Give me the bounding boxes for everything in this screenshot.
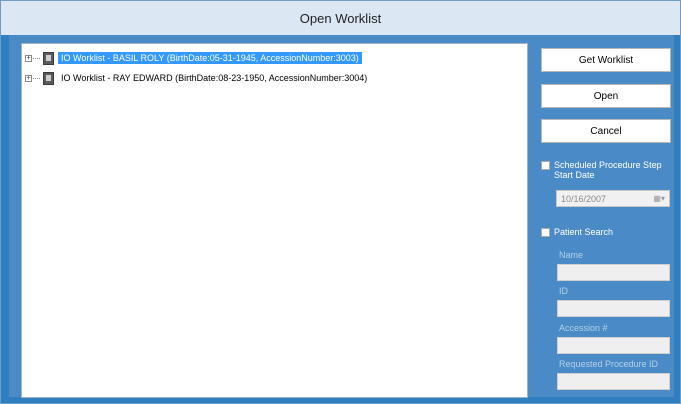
plus-expander-icon[interactable]: + — [25, 54, 32, 62]
id-label: ID — [559, 286, 568, 296]
plus-expander-icon[interactable]: + — [25, 74, 32, 82]
patient-search-option[interactable]: Patient Search — [541, 227, 613, 237]
open-button[interactable]: Open — [541, 84, 671, 108]
tree-connector — [33, 57, 40, 59]
patient-search-checkbox[interactable] — [541, 228, 550, 237]
window-title: Open Worklist — [299, 10, 382, 26]
open-worklist-dialog: Open Worklist + IO Worklist - BASIL ROLY… — [0, 0, 681, 404]
patient-search-label: Patient Search — [554, 227, 614, 237]
tree-item[interactable]: + IO Worklist - RAY EDWARD (BirthDate:08… — [22, 70, 370, 86]
calendar-dropdown-icon[interactable]: ▦▾ — [651, 194, 665, 204]
tree-item[interactable]: + IO Worklist - BASIL ROLY (BirthDate:05… — [22, 50, 362, 66]
requested-procedure-label: Requested Procedure ID — [559, 359, 659, 369]
scheduled-date-picker[interactable]: 10/16/2007 ▦▾ — [556, 190, 670, 207]
tree-item-label[interactable]: IO Worklist - BASIL ROLY (BirthDate:05-3… — [58, 52, 362, 64]
tree-item-label[interactable]: IO Worklist - RAY EDWARD (BirthDate:08-2… — [58, 72, 370, 84]
title-bar[interactable]: Open Worklist — [1, 1, 680, 35]
accession-label: Accession # — [559, 323, 608, 333]
get-worklist-button[interactable]: Get Worklist — [541, 48, 671, 72]
dialog-body: + IO Worklist - BASIL ROLY (BirthDate:05… — [9, 35, 674, 398]
worklist-tree[interactable]: + IO Worklist - BASIL ROLY (BirthDate:05… — [21, 43, 528, 398]
worklist-document-icon — [43, 51, 54, 65]
date-value: 10/16/2007 — [561, 193, 607, 204]
cancel-button[interactable]: Cancel — [541, 119, 671, 143]
name-input[interactable] — [557, 264, 670, 281]
name-label: Name — [559, 250, 584, 260]
worklist-document-icon — [43, 71, 54, 85]
scheduled-date-option[interactable]: Scheduled Procedure Step Start Date — [541, 160, 671, 180]
requested-procedure-input[interactable] — [557, 373, 670, 390]
accession-input[interactable] — [557, 337, 670, 354]
scheduled-date-label: Scheduled Procedure Step Start Date — [554, 160, 662, 180]
tree-connector — [33, 77, 40, 79]
scheduled-date-checkbox[interactable] — [541, 161, 550, 170]
id-input[interactable] — [557, 300, 670, 317]
